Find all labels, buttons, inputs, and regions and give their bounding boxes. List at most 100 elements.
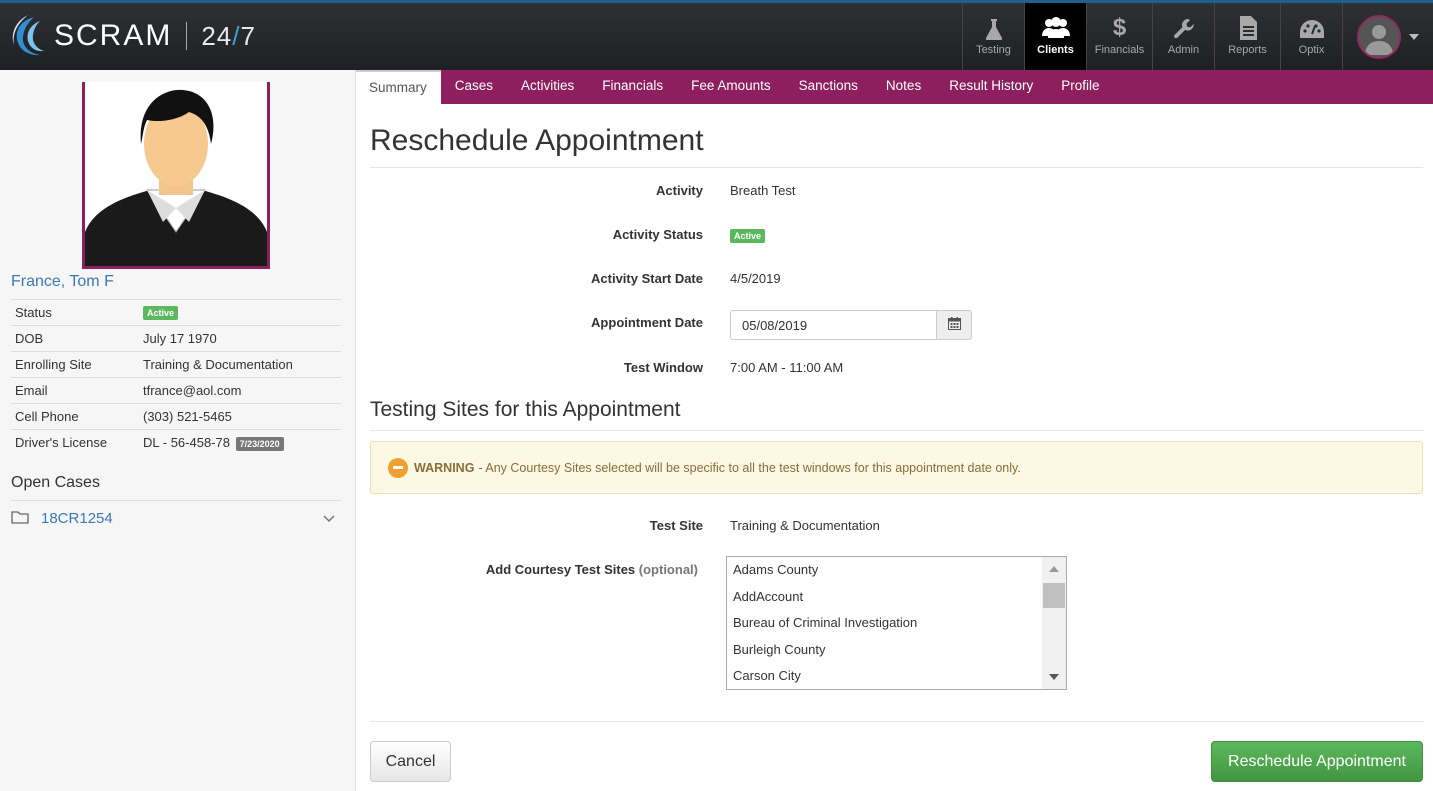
info-label: Enrolling Site xyxy=(11,351,139,378)
top-bar: SCRAM 24/7 Testing Clients $ Financials xyxy=(0,0,1433,70)
client-tabs: Summary Cases Activities Financials Fee … xyxy=(355,70,1114,104)
status-badge: Active xyxy=(143,306,179,321)
cancel-button[interactable]: Cancel xyxy=(370,741,451,782)
tab-financials[interactable]: Financials xyxy=(588,70,677,104)
tab-cases[interactable]: Cases xyxy=(441,70,507,104)
product-name: 24/7 xyxy=(201,20,256,51)
info-label: Email xyxy=(11,377,139,404)
license-expiry-badge: 7/23/2020 xyxy=(235,436,284,451)
client-info-table: Status Active DOB July 17 1970 Enrolling… xyxy=(11,299,341,456)
open-cases-heading: Open Cases xyxy=(11,474,100,491)
topnav-clients[interactable]: Clients xyxy=(1024,3,1086,70)
top-nav: Testing Clients $ Financials Admin Repor… xyxy=(962,3,1433,70)
scram-logo[interactable]: SCRAM 24/7 xyxy=(10,11,256,61)
topnav-financials[interactable]: $ Financials xyxy=(1086,3,1152,70)
wrench-icon xyxy=(1173,14,1195,40)
topnav-optix[interactable]: Optix xyxy=(1280,3,1342,70)
info-row-drivers-license: Driver's License DL - 56-458-78 7/23/202… xyxy=(11,429,341,456)
scram-logo-icon xyxy=(10,13,48,59)
divider xyxy=(370,430,1423,431)
topnav-admin[interactable]: Admin xyxy=(1152,3,1214,70)
start-date-value: 4/5/2019 xyxy=(730,271,781,286)
list-item[interactable]: AddAccount xyxy=(727,584,1066,611)
activity-status-label: Activity Status xyxy=(612,227,703,242)
optional-hint: (optional) xyxy=(638,562,698,577)
appointment-date-input[interactable] xyxy=(730,310,937,340)
courtesy-sites-label: Add Courtesy Test Sites (optional) xyxy=(485,562,698,577)
activity-label: Activity xyxy=(656,183,703,198)
info-value: Active xyxy=(139,299,341,326)
divider xyxy=(11,500,341,501)
scroll-thumb[interactable] xyxy=(1043,583,1065,608)
info-label: DOB xyxy=(11,325,139,352)
warning-strong: WARNING xyxy=(414,460,475,475)
appointment-date-label: Appointment Date xyxy=(591,315,703,330)
activity-status-value: Active xyxy=(730,227,766,243)
info-label: Status xyxy=(11,299,139,326)
info-value: tfrance@aol.com xyxy=(139,377,341,404)
scroll-up-icon[interactable] xyxy=(1049,566,1059,572)
list-item[interactable]: Bureau of Criminal Investigation xyxy=(727,610,1066,637)
tab-fee-amounts[interactable]: Fee Amounts xyxy=(677,70,785,104)
scroll-down-icon[interactable] xyxy=(1049,674,1059,680)
warning-text: - Any Courtesy Sites selected will be sp… xyxy=(478,460,1021,475)
user-avatar xyxy=(1357,14,1401,59)
info-row-cell-phone: Cell Phone (303) 521-5465 xyxy=(11,403,341,430)
chevron-down-icon[interactable] xyxy=(323,511,335,526)
case-item[interactable]: 18CR1254 xyxy=(11,507,341,529)
users-icon xyxy=(1041,14,1071,40)
tab-result-history[interactable]: Result History xyxy=(935,70,1047,104)
info-value: July 17 1970 xyxy=(139,325,341,352)
tab-notes[interactable]: Notes xyxy=(872,70,935,104)
list-item[interactable]: Carson City xyxy=(727,663,1066,689)
tab-activities[interactable]: Activities xyxy=(507,70,588,104)
calendar-button[interactable] xyxy=(936,310,972,340)
info-label: Driver's License xyxy=(11,429,139,456)
start-date-label: Activity Start Date xyxy=(591,271,703,286)
warning-alert: WARNING - Any Courtesy Sites selected wi… xyxy=(370,441,1423,494)
client-name[interactable]: France, Tom F xyxy=(11,273,114,291)
info-row-email: Email tfrance@aol.com xyxy=(11,377,341,404)
divider xyxy=(370,721,1423,722)
calendar-icon xyxy=(947,317,961,333)
tab-summary[interactable]: Summary xyxy=(355,70,441,104)
test-window-value: 7:00 AM - 11:00 AM xyxy=(730,360,844,375)
license-number: DL - 56-458-78 xyxy=(143,434,230,450)
test-window-label: Test Window xyxy=(623,360,703,375)
page-title: Reschedule Appointment xyxy=(370,124,704,157)
client-photo xyxy=(82,82,270,269)
divider xyxy=(370,167,1423,168)
folder-icon xyxy=(11,510,29,527)
client-sidebar: France, Tom F Status Active DOB July 17 … xyxy=(0,70,356,791)
status-badge: Active xyxy=(730,228,766,243)
info-value: DL - 56-458-78 7/23/2020 xyxy=(139,429,341,456)
minus-circle-icon xyxy=(388,457,408,478)
user-menu[interactable] xyxy=(1342,3,1433,70)
flask-icon xyxy=(985,14,1003,40)
section-title: Testing Sites for this Appointment xyxy=(370,398,681,421)
dashboard-icon xyxy=(1299,14,1325,40)
document-icon xyxy=(1238,14,1258,40)
test-site-label: Test Site xyxy=(649,518,703,533)
tab-sanctions[interactable]: Sanctions xyxy=(785,70,872,104)
info-value: Training & Documentation xyxy=(139,351,341,378)
courtesy-sites-listbox[interactable]: Adams County AddAccount Bureau of Crimin… xyxy=(726,556,1067,690)
info-value: (303) 521-5465 xyxy=(139,403,341,430)
logo-divider xyxy=(186,22,188,50)
topnav-reports[interactable]: Reports xyxy=(1214,3,1280,70)
activity-value: Breath Test xyxy=(730,183,796,198)
info-row-dob: DOB July 17 1970 xyxy=(11,325,341,352)
list-item[interactable]: Adams County xyxy=(727,557,1066,584)
chevron-down-icon xyxy=(1409,33,1419,40)
reschedule-appointment-button[interactable]: Reschedule Appointment xyxy=(1211,741,1423,782)
list-item[interactable]: Burleigh County xyxy=(727,637,1066,664)
listbox-scrollbar[interactable] xyxy=(1042,557,1066,689)
test-site-value: Training & Documentation xyxy=(730,518,880,533)
brand-name: SCRAM xyxy=(54,19,173,52)
info-label: Cell Phone xyxy=(11,403,139,430)
case-number: 18CR1254 xyxy=(41,509,113,527)
topnav-testing[interactable]: Testing xyxy=(962,3,1024,70)
dollar-icon: $ xyxy=(1112,14,1127,41)
tab-profile[interactable]: Profile xyxy=(1047,70,1113,104)
info-row-enrolling-site: Enrolling Site Training & Documentation xyxy=(11,351,341,378)
